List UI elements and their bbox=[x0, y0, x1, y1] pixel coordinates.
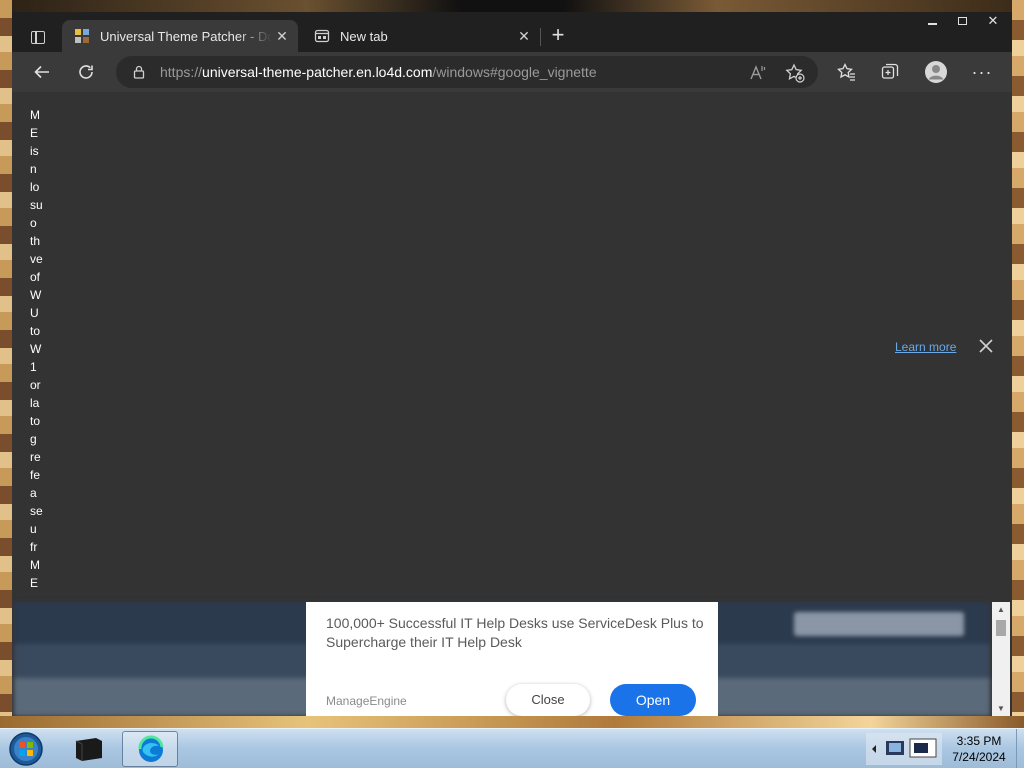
side-text-fragment: th bbox=[30, 234, 41, 248]
side-text-fragment: 1 bbox=[30, 360, 37, 374]
url-scheme: https:// bbox=[160, 64, 203, 80]
url-host: universal-theme-patcher.en.lo4d.com bbox=[202, 64, 433, 80]
side-text-fragment: lo bbox=[30, 180, 40, 194]
page-content: M Eis n lo su o th ve of W Uto W 1 or la to g re fe a se u fr M… bbox=[12, 92, 1012, 716]
refresh-icon bbox=[79, 65, 93, 79]
side-text-fragment: M bbox=[30, 558, 40, 572]
side-text-fragment: ve bbox=[30, 252, 43, 266]
profile-avatar-icon bbox=[925, 61, 947, 83]
collections-icon bbox=[881, 63, 899, 79]
maximize-icon bbox=[957, 17, 967, 25]
side-text-fragment: to bbox=[30, 414, 41, 428]
lock-icon[interactable] bbox=[132, 65, 146, 79]
side-text-fragment: W bbox=[30, 288, 42, 302]
clock-time: 3:35 PM bbox=[956, 734, 1002, 748]
url-path: /windows#google_vignette bbox=[432, 64, 597, 80]
side-text-fragment: is bbox=[30, 144, 39, 158]
maximize-button[interactable] bbox=[947, 12, 977, 30]
taskbar-app-terminal[interactable] bbox=[62, 731, 118, 767]
ad-open-button[interactable]: Open bbox=[610, 684, 696, 716]
minimize-button[interactable] bbox=[917, 12, 947, 30]
side-text-fragment: se bbox=[30, 504, 43, 518]
tab-title: Universal Theme Patcher - Down bbox=[100, 28, 272, 44]
address-bar[interactable]: https://universal-theme-patcher.en.lo4d.… bbox=[116, 56, 818, 88]
side-text-fragment: of bbox=[30, 270, 41, 284]
tab-close-icon[interactable]: ✕ bbox=[272, 26, 292, 46]
desktop-wallpaper-right bbox=[1012, 0, 1024, 728]
side-text-fragment: g bbox=[30, 432, 37, 446]
desktop-wallpaper-top bbox=[0, 0, 1024, 12]
new-tab-page-icon bbox=[314, 29, 330, 43]
side-text-fragment: U bbox=[30, 306, 39, 320]
window-close-button[interactable]: ✕ bbox=[977, 12, 1009, 30]
ad-close-button[interactable]: Close bbox=[506, 684, 590, 716]
truncated-side-text: M Eis n lo su o th ve of W Uto W 1 or la to g re fe a se u fr M… bbox=[30, 106, 50, 592]
browser-toolbar: https://universal-theme-patcher.en.lo4d.… bbox=[12, 52, 1012, 92]
tab-separator bbox=[540, 28, 541, 46]
tab-universal-theme-patcher[interactable]: Universal Theme Patcher - Down ✕ bbox=[62, 20, 298, 52]
side-text-fragment: fr bbox=[30, 540, 38, 554]
desktop-wallpaper-left bbox=[0, 0, 12, 728]
taskbar: 3:35 PM 7/24/2024 bbox=[0, 728, 1024, 768]
terminal-app-icon bbox=[75, 738, 102, 761]
ad-description: 100,000+ Successful IT Help Desks use Se… bbox=[326, 615, 704, 650]
system-tray-icons[interactable] bbox=[862, 729, 942, 768]
tab-bar: Universal Theme Patcher - Down ✕ New tab… bbox=[12, 12, 1012, 52]
tab-actions-icon bbox=[31, 30, 45, 44]
taskbar-app-edge[interactable] bbox=[122, 731, 178, 767]
tab-title: New tab bbox=[340, 28, 388, 44]
side-text-fragment: M bbox=[30, 108, 40, 122]
side-text-fragment: n bbox=[30, 162, 37, 176]
scroll-down-icon[interactable]: ▼ bbox=[997, 704, 1005, 713]
collections-button[interactable] bbox=[876, 58, 904, 86]
favorites-button[interactable] bbox=[832, 58, 860, 86]
side-text-fragment: to bbox=[30, 324, 41, 338]
side-text-fragment: E bbox=[30, 576, 39, 590]
settings-more-button[interactable]: ··· bbox=[968, 58, 996, 86]
url-text[interactable]: https://universal-theme-patcher.en.lo4d.… bbox=[160, 64, 597, 80]
tab-actions-button[interactable] bbox=[22, 24, 54, 50]
side-text-fragment: la bbox=[30, 396, 40, 410]
back-arrow-icon bbox=[34, 65, 49, 79]
side-text-fragment: re bbox=[30, 450, 41, 464]
new-tab-button[interactable]: + bbox=[546, 24, 570, 48]
learn-more-link[interactable]: Learn more bbox=[895, 340, 956, 354]
minimize-icon bbox=[927, 23, 937, 25]
side-text-fragment: o bbox=[30, 216, 37, 230]
browser-window: Universal Theme Patcher - Down ✕ New tab… bbox=[12, 12, 1012, 716]
side-text-fragment: or bbox=[30, 378, 41, 392]
clock-date: 7/24/2024 bbox=[952, 750, 1006, 764]
ad-advertiser: ManageEngine bbox=[326, 694, 407, 708]
vignette-close-icon[interactable] bbox=[976, 336, 996, 356]
taskbar-clock[interactable]: 3:35 PM 7/24/2024 bbox=[944, 733, 1014, 765]
side-text-fragment: fe bbox=[30, 468, 41, 482]
edge-app-icon bbox=[138, 735, 164, 762]
read-aloud-icon[interactable] bbox=[748, 63, 768, 83]
scroll-up-icon[interactable]: ▲ bbox=[997, 605, 1005, 614]
profile-button[interactable] bbox=[922, 58, 950, 86]
scroll-thumb[interactable] bbox=[996, 620, 1006, 636]
ad-headline-clipped bbox=[326, 590, 586, 606]
back-button[interactable] bbox=[28, 58, 56, 86]
page-scrollbar[interactable]: ▲ ▼ bbox=[992, 602, 1010, 716]
desktop-wallpaper-bottom bbox=[0, 716, 1024, 728]
side-text-fragment: u bbox=[30, 522, 37, 536]
ad-card[interactable]: 100,000+ Successful IT Help Desks use Se… bbox=[306, 602, 718, 716]
lo4d-favicon-icon bbox=[75, 29, 89, 43]
favorites-star-icon bbox=[837, 62, 855, 81]
more-dots-icon: ··· bbox=[971, 62, 993, 82]
tab-new-tab[interactable]: New tab ✕ bbox=[302, 20, 540, 52]
close-icon: ✕ bbox=[987, 13, 999, 28]
side-text-fragment: su bbox=[30, 198, 43, 212]
side-text-fragment: E bbox=[30, 126, 39, 140]
show-desktop-button[interactable] bbox=[1016, 729, 1024, 768]
tab-close-icon[interactable]: ✕ bbox=[514, 26, 534, 46]
refresh-button[interactable] bbox=[72, 58, 100, 86]
side-text-fragment: a bbox=[30, 486, 37, 500]
add-favorite-icon[interactable] bbox=[784, 62, 806, 84]
side-text-fragment: W bbox=[30, 342, 42, 356]
background-search-bar bbox=[794, 612, 964, 636]
start-button-icon[interactable] bbox=[6, 731, 46, 767]
